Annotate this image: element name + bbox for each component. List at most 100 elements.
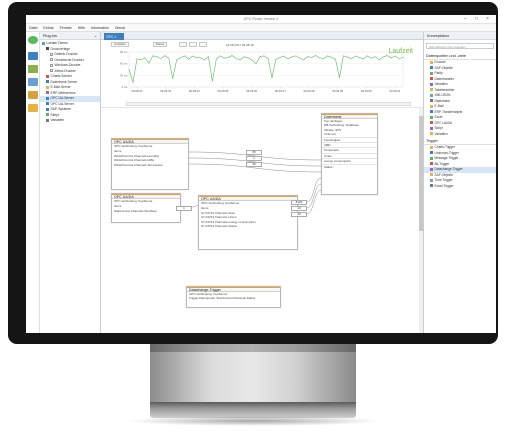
tab-close-icon[interactable]: ×	[114, 35, 116, 39]
data-point	[322, 57, 325, 60]
data-point	[227, 56, 229, 59]
folder-icon[interactable]	[28, 104, 38, 112]
menu-item-1[interactable]: Extras	[40, 24, 56, 30]
plugin-item-icon	[46, 96, 49, 100]
data-point	[362, 58, 364, 60]
window-title: OPC Router Version 4	[243, 17, 279, 21]
plugin-item-icon	[50, 69, 53, 73]
konzeptobox-item-icon	[430, 66, 433, 70]
konzeptobox-item-icon	[430, 99, 433, 103]
konzeptobox-item-label: Variablen	[434, 131, 448, 136]
x-tick-label: 09:28:22	[132, 89, 143, 93]
konzeptobox-item-icon	[430, 77, 433, 81]
y-tick-label: 30 ms	[120, 73, 128, 77]
screen: OPC Router Version 4 – □ × Datei Extras Fe…	[26, 15, 496, 333]
node-row: WAGOControl.Channels.Temperatur	[114, 162, 163, 167]
workflow-node-n3[interactable]: OPC UA/DA OPC-Verbindung: KepServer Items S…	[198, 195, 298, 250]
users-icon[interactable]	[28, 91, 38, 99]
toolbar-button-2[interactable]	[179, 42, 187, 47]
connector-line[interactable]	[306, 183, 322, 209]
data-point	[152, 55, 154, 57]
workflow-node-n4[interactable]: Datenbank Typ: Einfügen DB-Verbindung: Dat…	[321, 113, 378, 195]
workflow-node-n5[interactable]: Datachange-Trigger OPC-Verbindung: KepSer…	[186, 286, 281, 308]
plugin-item-label: OPC DA-Server	[50, 96, 74, 100]
data-point	[168, 57, 170, 59]
value-box: 1	[246, 156, 262, 161]
workflow-canvas[interactable]: OPC UA/DA OPC-Verbindung: KepServer Items W…	[101, 108, 423, 333]
konzeptobox-item-label: SAP-Objekte	[434, 65, 453, 70]
y-tick-label: 60 ms	[120, 62, 128, 66]
plugin-tree-item[interactable]: Variablen	[40, 118, 100, 124]
konzeptobox-item-label: Time-Trigger	[434, 178, 453, 182]
konzeptobox-item-label: Unknown-Trigger	[434, 150, 459, 155]
toolbar-button-1[interactable]: Pause	[153, 42, 167, 47]
data-point	[211, 80, 214, 82]
data-point	[299, 57, 301, 59]
plugin-item-label: Datenb-Drucker	[54, 52, 78, 56]
plugin-item-icon	[50, 58, 53, 62]
node-subtitle: OPC-Verbindung: KepServer	[114, 144, 153, 148]
toolbar-button-0[interactable]: Anhalten	[111, 42, 129, 47]
data-point	[350, 57, 353, 60]
konzeptobox-item-icon	[430, 71, 433, 75]
konzeptobox-item-icon	[430, 151, 433, 155]
data-point	[279, 56, 281, 59]
data-point	[326, 55, 329, 57]
data-point	[287, 57, 289, 60]
data-point	[374, 55, 376, 58]
konzeptobox-item-icon	[430, 156, 433, 160]
minimize-icon[interactable]: –	[464, 16, 467, 22]
konzeptobox-item-label: Charts-Trigger	[434, 145, 455, 149]
search-input[interactable]: Schnellsuche hier eingeben	[426, 43, 494, 49]
toolbar-button-3[interactable]	[189, 42, 197, 47]
data-point	[156, 55, 158, 58]
maximize-icon[interactable]: □	[475, 16, 478, 22]
data-point	[271, 76, 273, 79]
pin-icon[interactable]: ⌄	[94, 33, 97, 38]
value-box: 13	[291, 206, 307, 211]
data-point	[223, 57, 226, 59]
menu-item-5[interactable]: Dienst	[112, 24, 128, 30]
konzeptobox-item-icon	[430, 110, 433, 114]
workflow-node-n1[interactable]: OPC UA/DA OPC-Verbindung: KepServer Items W…	[111, 138, 189, 190]
scrub-bar[interactable]	[126, 102, 411, 106]
workflow-node-n2[interactable]: OPC UA/DA OPC-Verbindung: KepServer Items S…	[111, 193, 181, 223]
y-tick-label: 0 ms	[121, 85, 128, 89]
data-point	[334, 58, 337, 61]
konzeptobox-section-title[interactable]: Trigger	[424, 137, 496, 145]
runtime-chart: 90 ms 60 ms 30 ms 0 ms 09:28:22 09:28:33 09:28…	[113, 49, 413, 101]
connector-line[interactable]	[306, 177, 322, 203]
toolbar-button-4[interactable]	[199, 42, 207, 47]
menu-item-0[interactable]: Datei	[26, 24, 40, 30]
konzeptobox-item-label: Datenbank	[434, 98, 450, 103]
konzeptobox-item-label: Excel	[434, 115, 443, 119]
data-point	[330, 56, 333, 59]
konzeptobox-panel: Konzeptobox Schnellsuche hier eingeben D…	[423, 32, 496, 333]
settings-icon[interactable]	[28, 65, 38, 73]
plugins-header: Plug-Ins ⌄	[40, 32, 100, 40]
plugin-item-label: Zebra-Drucker	[54, 68, 76, 73]
menu-item-2[interactable]: Fenster	[57, 24, 75, 30]
connector-line[interactable]	[306, 189, 322, 215]
list-icon[interactable]	[28, 52, 38, 60]
menu-item-4[interactable]: Information	[88, 24, 112, 30]
konzeptobox-item-label: Email-Trigger	[434, 183, 454, 188]
data-point	[402, 56, 404, 59]
pages-icon[interactable]	[28, 78, 38, 86]
konzeptobox-item-icon	[430, 178, 433, 182]
data-point	[382, 56, 384, 58]
konzeptobox-sections: Datenquellen und -ziele Drucker SAP-Objekt…	[424, 52, 496, 189]
menu-item-3[interactable]: Hilfe	[75, 24, 88, 30]
close-icon[interactable]: ×	[486, 16, 489, 22]
konzeptobox-item[interactable]: Email-Trigger	[424, 184, 496, 190]
data-point	[366, 55, 368, 57]
data-point	[195, 56, 198, 59]
konzeptobox-section-title[interactable]: Datenquellen und -ziele	[424, 52, 496, 60]
tab-opc[interactable]: OPC ×	[104, 33, 124, 40]
plugin-item-label: Lokaler Dienst	[46, 41, 68, 45]
data-point	[342, 55, 345, 57]
data-point	[191, 55, 194, 57]
data-point	[160, 57, 162, 60]
data-point	[207, 55, 210, 58]
konzeptobox-item-label: Datentransfer	[434, 76, 454, 81]
